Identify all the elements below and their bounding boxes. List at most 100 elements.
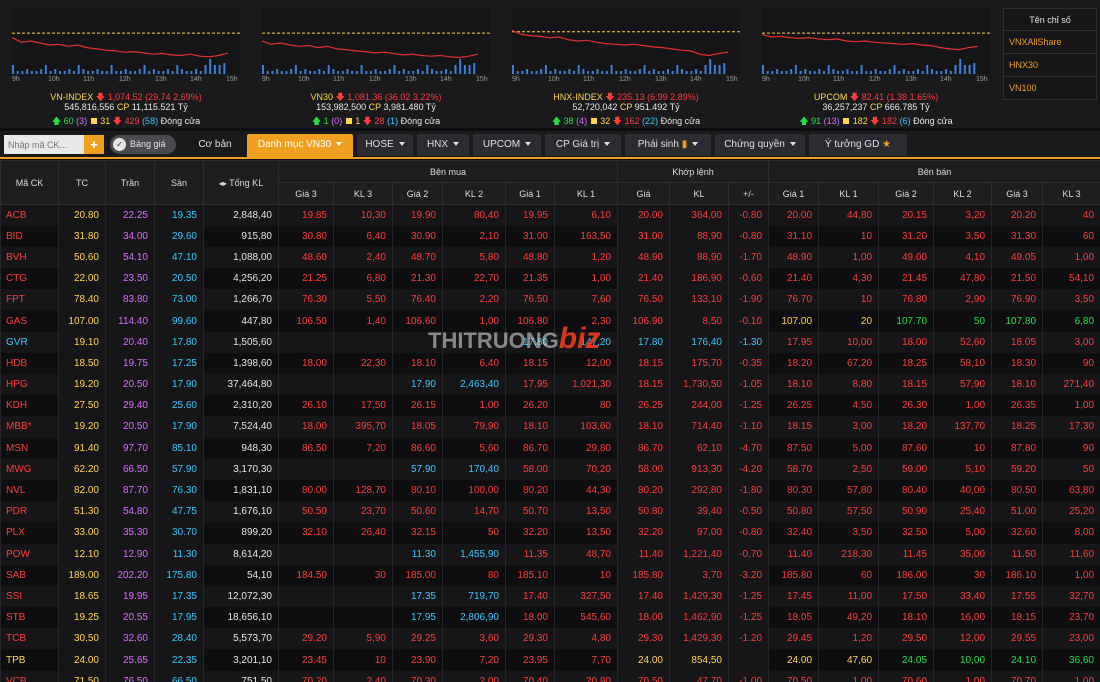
tab-hose[interactable]: HOSE [357,134,413,156]
table-row[interactable]: HPG 19.20 20.50 17.90 37,464,80 17.90 2,463,40… [0,374,1100,396]
index-chart[interactable] [262,8,490,74]
table-row[interactable]: PDR 51.30 54.80 47.75 1,676,10 50.50 23,70 50.6… [0,501,1100,523]
col-header-sell[interactable]: KL 1 [818,182,880,205]
index-chart[interactable] [762,8,990,74]
tab-chung-quyen[interactable]: Chứng quyền [715,134,805,156]
price-cell: 1,00 [1042,670,1100,682]
col-header-floor[interactable]: Sàn [154,160,204,205]
col-header-match[interactable]: +/- [727,182,770,205]
table-row[interactable]: MWG 62.20 66.50 57.90 3,170,30 57.90 170,40 58.… [0,458,1100,480]
symbol-cell[interactable]: GAS [0,310,59,332]
tab-cp-gia-tri[interactable]: CP Giá trị [545,134,621,156]
table-row[interactable]: BID 31.80 34.00 29.60 915,80 30.80 6,40 30.90 2,… [0,225,1100,247]
symbol-cell[interactable]: SAB [0,564,59,586]
table-row[interactable]: CTG 22.00 23.50 20.50 4,256,20 21.25 6,80 21.30… [0,268,1100,290]
floor-price-cell: 29.60 [154,225,204,247]
symbol-cell[interactable]: PLX [0,522,59,544]
col-header-match[interactable]: Giá [617,182,670,205]
tab-phai-sinh[interactable]: Phái sinh ▮ [625,134,711,156]
volume-bar [313,71,316,74]
col-header-buy[interactable]: Giá 1 [505,182,555,205]
col-header-buy[interactable]: KL 1 [554,182,618,205]
symbol-cell[interactable]: BVH [0,246,59,269]
col-header-sell[interactable]: Giá 3 [991,182,1044,205]
index-panel[interactable]: 9h 10h 11h 12h 13h 14h 15h HNX-INDEX 🡇 235.13 … [506,6,746,126]
symbol-cell[interactable]: MWG [0,458,59,480]
table-row[interactable]: KDH 27.50 29.40 25.60 2,310,20 26.10 17,50 26.1… [0,395,1100,417]
index-panel[interactable]: 9h 10h 11h 12h 13h 14h 15h VN30 🡇 1,081.36 (36… [256,6,496,126]
tab-co-ban[interactable]: Cơ bản [183,134,247,156]
col-header-buy[interactable]: KL 2 [442,182,506,205]
col-header-total-volume[interactable]: ◂▸ Tổng KL [203,160,279,205]
table-row[interactable]: ACB 20.80 22.25 19.35 2,848,40 19.85 10,30 19.9… [0,204,1100,226]
symbol-cell[interactable]: KDH [0,395,59,417]
index-list-item[interactable]: HNX30 [1004,54,1096,77]
table-row[interactable]: GVR 19.10 20.40 17.80 1,505,60 17.80 147,20 17.… [0,331,1100,353]
col-header-sell[interactable]: Giá 1 [768,182,820,205]
symbol-cell[interactable]: SSI [0,585,59,608]
symbol-cell[interactable]: FPT [0,289,59,311]
col-header-sell[interactable]: Giá 2 [878,182,935,205]
tab-upcom[interactable]: UPCOM [473,134,541,156]
col-header-buy[interactable]: KL 3 [333,182,393,205]
table-row[interactable]: TCB 30.50 32.60 28.40 5,573,70 29.20 5,90 29.25… [0,628,1100,650]
col-header-buy[interactable]: Giá 3 [278,182,334,205]
volume-bar [563,71,566,74]
index-list-item[interactable]: VN100 [1004,77,1096,100]
col-header-match[interactable]: KL [669,182,729,205]
symbol-cell[interactable]: HPG [0,374,59,396]
col-header-buy[interactable]: Giá 2 [392,182,443,205]
volume-bar [374,69,377,74]
price-cell: 80.20 [617,479,670,502]
table-row[interactable]: BVH 50.60 54.10 47.10 1,088,00 48.60 2,40 48.70… [0,246,1100,269]
price-board-toggle[interactable]: ✓ Bảng giá [110,135,176,154]
table-row[interactable]: FPT 78.40 83.80 73.00 1,266,70 76.30 5,50 76.40… [0,289,1100,311]
symbol-cell[interactable]: MSN [0,437,59,459]
table-row[interactable]: NVL 82.00 87.70 76.30 1,831,10 80.00 128,70 80.… [0,479,1100,502]
symbol-cell[interactable]: HDB [0,352,59,374]
col-header-ref[interactable]: TC [58,160,106,205]
table-row[interactable]: VCB 71.50 76.50 66.50 751,50 70.20 2,40 70.30 2,… [0,670,1100,682]
col-header-symbol[interactable]: Mã CK [0,160,59,205]
table-row[interactable]: PLX 33.00 35.30 30.70 899,20 32.10 26,40 32.15 5… [0,522,1100,544]
volume-cell: 1,40 [333,310,393,332]
volume-cell: 49.00 [878,246,935,269]
symbol-cell[interactable]: TCB [0,628,59,650]
symbol-search-input[interactable] [4,135,84,154]
tab-danh-muc-vn30[interactable]: Danh mục VN30 [247,134,353,159]
col-header-ceil[interactable]: Trần [105,160,155,205]
tab-hnx[interactable]: HNX [417,134,469,156]
symbol-cell[interactable]: STB [0,607,59,629]
symbol-cell[interactable]: PDR [0,501,59,523]
index-chart[interactable] [512,8,740,74]
table-row[interactable]: SSI 18.65 19.95 17.35 12,072,30 17.35 719,70 17… [0,585,1100,608]
symbol-cell[interactable]: CTG [0,268,59,290]
table-row[interactable]: HDB 18.50 19.75 17.25 1,398,60 18.00 22,30 18.1… [0,352,1100,374]
symbol-cell[interactable]: POW [0,543,59,565]
index-list-item[interactable]: VNXAllShare [1004,31,1096,54]
table-row[interactable]: SAB 189.00 202.20 175.80 54,10 184.50 30 185.00… [0,564,1100,586]
add-symbol-button[interactable]: + [84,135,104,154]
col-header-sell[interactable]: KL 3 [1042,182,1100,205]
index-chart[interactable] [12,8,240,74]
table-row[interactable]: MSN 91.40 97.70 85.10 948,30 86.50 7,20 86.60 5,… [0,437,1100,459]
symbol-cell[interactable]: TPB [0,649,59,671]
table-row[interactable]: MBB* 19.20 20.50 17.90 7,524,40 18.00 395,70 18… [0,416,1100,438]
symbol-cell[interactable]: BID [0,225,59,247]
table-row[interactable]: TPB 24.00 25.65 22.35 3,201,10 23.45 10 23.90 7,… [0,649,1100,671]
symbol-cell[interactable]: NVL [0,479,59,502]
col-header-sell[interactable]: KL 2 [933,182,993,205]
tab-y-tuong-gd[interactable]: Ý tưởng GD ★ [809,134,907,156]
symbol-cell[interactable]: MBB* [0,416,59,438]
index-panel[interactable]: 9h 10h 11h 12h 13h 14h 15h VN-INDEX 🡇 1,074.52… [6,6,246,126]
table-row[interactable]: POW 12.10 12.90 11.30 8,614,20 11.30 1,455,90 1… [0,543,1100,565]
table-row[interactable]: GAS 107.00 114.40 99.60 447,80 106.50 1,40 106.… [0,310,1100,332]
symbol-cell[interactable]: GVR [0,331,59,353]
volume-cell: 854,50 [669,649,729,671]
volume-cell: 7,60 [554,289,618,311]
symbol-cell[interactable]: ACB [0,204,59,226]
table-row[interactable]: STB 19.25 20.55 17.95 18,656,10 17.95 2,806,90… [0,607,1100,629]
symbol-cell[interactable]: VCB [0,670,59,682]
index-panel[interactable]: 9h 10h 11h 12h 13h 14h 15h UPCOM 🡇 82.41 (1.38… [756,6,996,126]
expand-icon[interactable]: ◂▸ [219,179,227,188]
